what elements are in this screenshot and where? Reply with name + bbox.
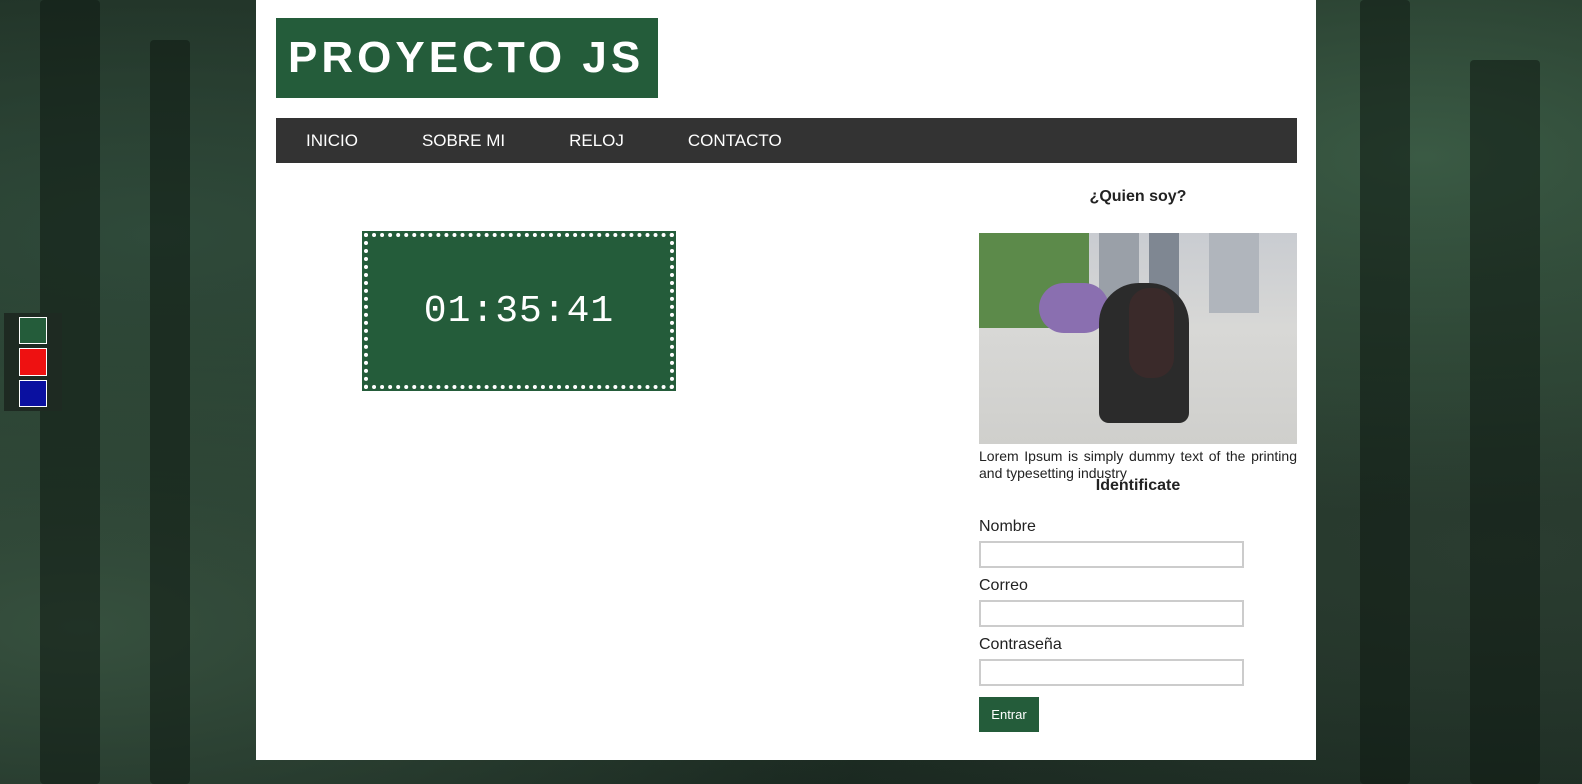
background-tree <box>150 40 190 784</box>
nav-item-contacto[interactable]: CONTACTO <box>688 131 782 151</box>
background-tree <box>1360 0 1410 784</box>
page-container: PROYECTO JS INICIO SOBRE MI RELOJ CONTAC… <box>256 0 1316 760</box>
nav-item-inicio[interactable]: INICIO <box>306 131 358 151</box>
theme-swatch-green[interactable] <box>19 317 47 345</box>
theme-swatch-blue[interactable] <box>19 379 47 407</box>
who-title: ¿Quien soy? <box>1089 188 1187 205</box>
main-nav: INICIO SOBRE MI RELOJ CONTACTO <box>276 118 1297 163</box>
login-form: Nombre Correo Contraseña Entrar <box>979 518 1297 732</box>
site-logo: PROYECTO JS <box>276 18 658 98</box>
name-field[interactable] <box>979 541 1244 568</box>
password-label: Contraseña <box>979 636 1062 653</box>
nav-item-reloj[interactable]: RELOJ <box>569 131 624 151</box>
theme-swatches <box>4 313 62 411</box>
digital-clock: 01:35:41 <box>362 231 676 391</box>
password-field[interactable] <box>979 659 1244 686</box>
theme-swatch-red[interactable] <box>19 348 47 376</box>
submit-button[interactable]: Entrar <box>979 697 1039 732</box>
email-field[interactable] <box>979 600 1244 627</box>
email-label: Correo <box>979 577 1028 594</box>
form-title: Identificate <box>1095 477 1181 494</box>
profile-photo <box>979 233 1297 444</box>
name-label: Nombre <box>979 518 1036 535</box>
background-tree <box>1470 60 1540 784</box>
nav-item-sobre-mi[interactable]: SOBRE MI <box>422 131 505 151</box>
